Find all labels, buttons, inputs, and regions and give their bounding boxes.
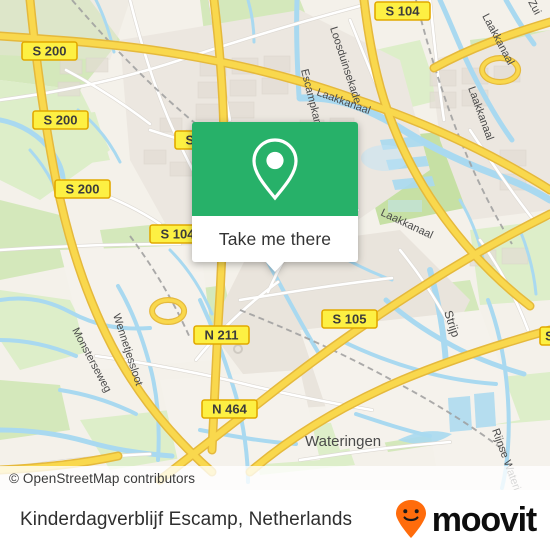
page-title: Kinderdagverblijf Escamp, Netherlands xyxy=(20,509,353,530)
route-shield-label: N 464 xyxy=(212,402,247,417)
route-shield-label: S 200 xyxy=(66,182,100,197)
route-shield-label: N 211 xyxy=(205,328,239,343)
route-shield: S 200 xyxy=(54,179,111,199)
route-shield: N 211 xyxy=(193,325,250,345)
map-attribution-bar: © OpenStreetMap contributors xyxy=(0,466,550,490)
route-shield-label: S 200 xyxy=(44,113,78,128)
route-shield-label: S 105 xyxy=(333,312,367,327)
take-me-there-label: Take me there xyxy=(218,228,332,249)
route-shield: N 464 xyxy=(201,399,258,419)
route-shield: S 200 xyxy=(32,110,89,130)
attribution-text: © OpenStreetMap contributors xyxy=(9,470,196,486)
moovit-logo[interactable]: moovit xyxy=(393,500,537,540)
route-shield-label: S xyxy=(545,329,550,344)
route-shield: S 104 xyxy=(374,1,431,21)
moovit-wordmark: moovit xyxy=(431,501,537,539)
route-shield: S 200 xyxy=(21,41,78,61)
moovit-map-page: .urban{fill:#ece7e0} .urban2{fill:#e9e4d… xyxy=(0,0,550,550)
route-shield: S 105 xyxy=(321,309,378,329)
location-callout-card[interactable]: Take me there xyxy=(192,122,358,272)
map-pin-icon xyxy=(252,138,298,201)
take-me-there-button[interactable]: Take me there xyxy=(192,216,358,262)
callout-image-area xyxy=(192,122,358,216)
route-shield-label: S 104 xyxy=(161,227,196,242)
moovit-pin-smiley-icon xyxy=(395,500,426,538)
route-shield: S xyxy=(539,326,550,346)
page-footer: Kinderdagverblijf Escamp, Netherlands mo… xyxy=(0,490,550,550)
callout-pointer xyxy=(265,261,285,272)
route-shield-label: S 200 xyxy=(33,44,67,59)
route-shield-label: S 104 xyxy=(386,4,421,19)
map-label: Wateringen xyxy=(305,433,381,450)
